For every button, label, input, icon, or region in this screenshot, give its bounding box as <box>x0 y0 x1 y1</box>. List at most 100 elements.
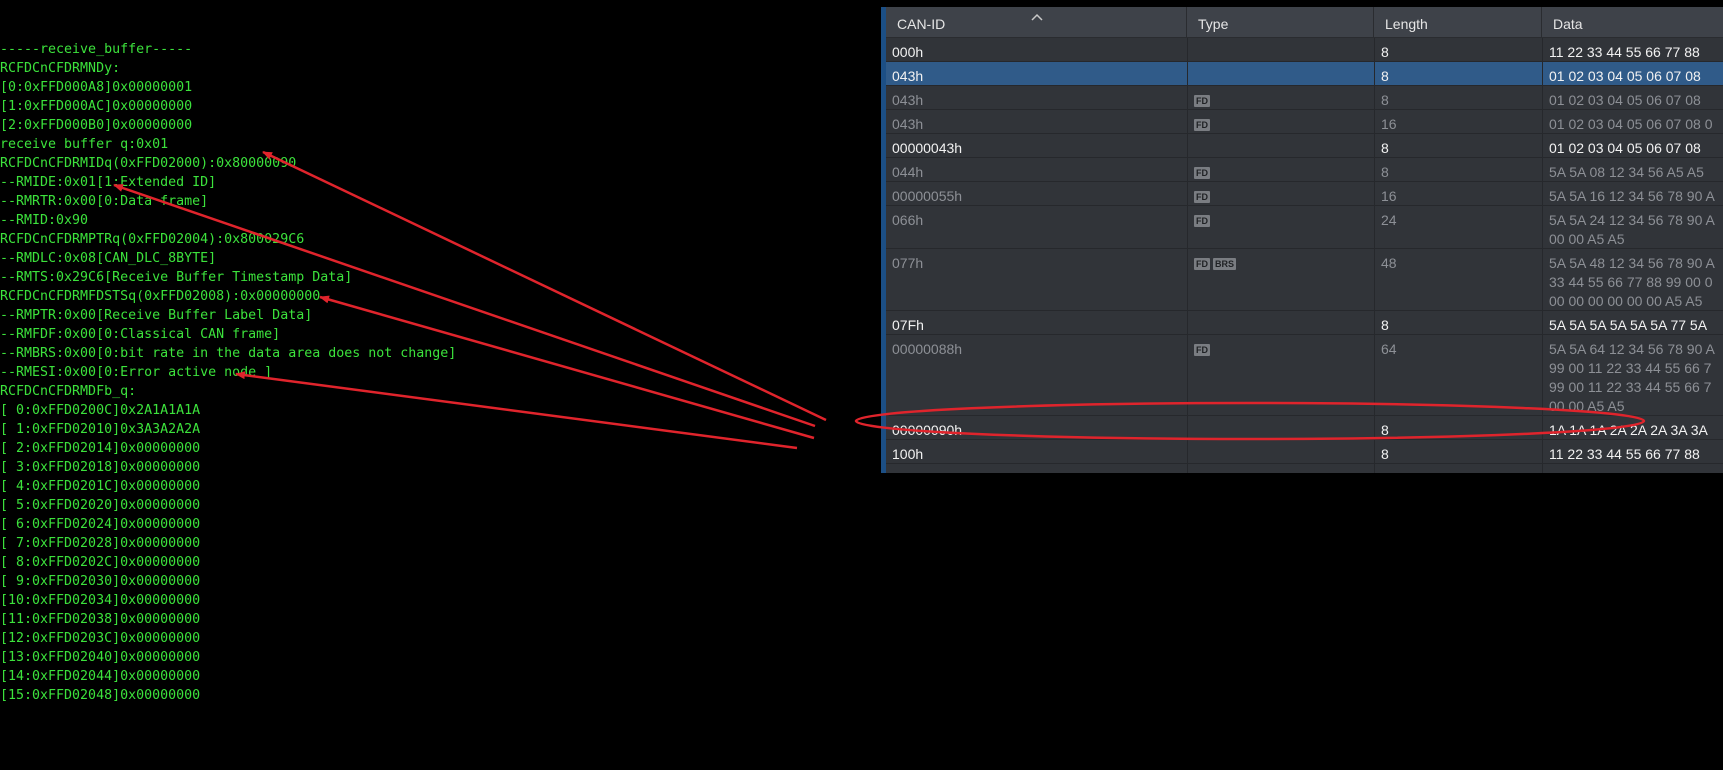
column-header-type[interactable]: Type <box>1187 7 1374 37</box>
can-id-cell: 00000090h <box>892 422 963 438</box>
terminal-line: --RMDLC:0x08[CAN_DLC_8BYTE] <box>0 251 217 266</box>
can-id-cell: 00000088h <box>892 341 963 357</box>
data-cell: 1A 1A 1A 2A 2A 2A 3A 3A <box>1542 416 1723 439</box>
can-id-cell: 043h <box>892 92 924 108</box>
data-cell: 01 02 03 04 05 06 07 08 <box>1542 62 1723 85</box>
type-cell <box>1187 311 1374 334</box>
length-cell: 8 <box>1374 311 1542 334</box>
terminal-line: RCFDCnCFDRMPTRq(0xFFD02004):0x800029C6 <box>0 232 305 247</box>
terminal-line: --RMIDE:0x01[1:Extended ID] <box>0 175 217 190</box>
type-cell <box>1187 38 1374 61</box>
column-header-type-label: Type <box>1198 16 1229 32</box>
type-badge: FD <box>1194 95 1210 108</box>
data-cell: 5A 5A 08 12 34 56 A5 A5 <box>1542 158 1723 181</box>
data-cell: 11 22 33 44 55 66 77 88 <box>1542 38 1723 61</box>
length-cell: 24 <box>1374 206 1542 248</box>
data-cell: 5A 5A 5A 5A 5A 5A 77 5A <box>1542 311 1723 334</box>
can-id-cell: 043h <box>892 68 924 84</box>
data-cell: 01 02 03 04 05 06 07 08 <box>1542 86 1723 109</box>
type-badge: FD <box>1194 119 1210 132</box>
table-row[interactable]: 043h FD 8 01 02 03 04 05 06 07 08 <box>886 86 1723 110</box>
type-cell: FD <box>1187 206 1374 248</box>
terminal-line: [ 7:0xFFD02028]0x00000000 <box>0 536 201 551</box>
data-cell: 5A 5A 16 12 34 56 78 90 A <box>1542 182 1723 205</box>
terminal-line: RCFDCnCFDRMIDq(0xFFD02000):0x80000090 <box>0 156 297 171</box>
type-cell <box>1187 134 1374 157</box>
length-cell: 8 <box>1374 38 1542 61</box>
table-row[interactable]: 00000090h 8 1A 1A 1A 2A 2A 2A 3A 3A <box>886 416 1723 440</box>
type-cell: FD <box>1187 86 1374 109</box>
can-id-cell: 00000043h <box>892 140 963 156</box>
data-cell: 5A 5A 48 12 34 56 78 90 A 33 44 55 66 77… <box>1542 249 1723 310</box>
table-row[interactable]: 043h FD 16 01 02 03 04 05 06 07 08 0 <box>886 110 1723 134</box>
terminal-line: [ 8:0xFFD0202C]0x00000000 <box>0 555 201 570</box>
terminal-line: [ 3:0xFFD02018]0x00000000 <box>0 460 201 475</box>
length-cell: 16 <box>1374 110 1542 133</box>
terminal-line: RCFDCnCFDRMDFb_q: <box>0 384 137 399</box>
table-row[interactable]: 077h FD BRS 48 5A 5A 48 12 34 56 78 90 A 33 … <box>886 249 1723 311</box>
length-cell: 8 <box>1374 440 1542 463</box>
column-header-data[interactable]: Data <box>1542 7 1723 37</box>
type-badge: FD <box>1194 191 1210 204</box>
data-cell: 01 02 03 04 05 06 07 08 0 <box>1542 110 1723 133</box>
terminal-line: [12:0xFFD0203C]0x00000000 <box>0 631 201 646</box>
table-header: CAN-ID Type Length Data <box>886 7 1723 38</box>
data-cell: 11 22 33 44 55 66 77 5A <box>1542 464 1723 473</box>
length-cell: 8 <box>1374 62 1542 85</box>
table-row[interactable]: 00000088h FD 64 5A 5A 64 12 34 56 78 90 A 9… <box>886 335 1723 416</box>
data-cell: 11 22 33 44 55 66 77 88 <box>1542 440 1723 463</box>
can-id-cell: 044h <box>892 164 924 180</box>
column-header-can-id[interactable]: CAN-ID <box>886 7 1187 37</box>
terminal-line: [14:0xFFD02044]0x00000000 <box>0 669 201 684</box>
data-cell: 5A 5A 24 12 34 56 78 90 A 00 00 A5 A5 <box>1542 206 1723 248</box>
terminal-line: --RMTS:0x29C6[Receive Buffer Timestamp D… <box>0 270 353 285</box>
table-row[interactable]: 00000055h FD 16 5A 5A 16 12 34 56 78 90 A <box>886 182 1723 206</box>
type-cell: FD <box>1187 335 1374 415</box>
type-cell: FD BRS <box>1187 249 1374 310</box>
table-row[interactable]: 00000100h 811 22 33 44 55 66 77 5A <box>886 464 1723 473</box>
data-cell: 5A 5A 64 12 34 56 78 90 A 99 00 11 22 33… <box>1542 335 1723 415</box>
type-badge: BRS <box>1213 258 1237 271</box>
column-header-length-label: Length <box>1385 16 1428 32</box>
terminal-lines: -----receive_buffer----- RCFDCnCFDRMNDy: [… <box>0 38 870 705</box>
screenshot: -----receive_buffer----- RCFDCnCFDRMNDy: [… <box>0 0 1723 770</box>
terminal-line: RCFDCnCFDRMNDy: <box>0 61 121 76</box>
can-message-table[interactable]: CAN-ID Type Length Data 000h 8 11 22 33 44… <box>881 7 1723 473</box>
length-cell: 8 <box>1374 86 1542 109</box>
terminal-line: --RMESI:0x00[0:Error active node ] <box>0 365 273 380</box>
type-badge: FD <box>1194 258 1210 271</box>
terminal-line: [10:0xFFD02034]0x00000000 <box>0 593 201 608</box>
type-badge: FD <box>1194 344 1210 357</box>
length-cell: 48 <box>1374 249 1542 310</box>
terminal-line: [11:0xFFD02038]0x00000000 <box>0 612 201 627</box>
length-cell: 8 <box>1374 416 1542 439</box>
terminal-line: --RMRTR:0x00[0:Data frame] <box>0 194 209 209</box>
column-header-length[interactable]: Length <box>1374 7 1542 37</box>
terminal-line: -----receive_buffer----- <box>0 42 193 57</box>
length-cell: 16 <box>1374 182 1542 205</box>
type-badge: FD <box>1194 215 1210 228</box>
table-row[interactable]: 100h 8 11 22 33 44 55 66 77 88 <box>886 440 1723 464</box>
can-id-cell: 07Fh <box>892 317 924 333</box>
type-badge: FD <box>1194 167 1210 180</box>
can-id-cell: 066h <box>892 212 924 228</box>
can-id-cell: 077h <box>892 255 924 271</box>
table-row[interactable]: 066h FD 24 5A 5A 24 12 34 56 78 90 A 00 00 … <box>886 206 1723 249</box>
terminal-line: [15:0xFFD02048]0x00000000 <box>0 688 201 703</box>
column-header-data-label: Data <box>1553 16 1583 32</box>
terminal-line: --RMPTR:0x00[Receive Buffer Label Data] <box>0 308 313 323</box>
table-row[interactable]: 043h 8 01 02 03 04 05 06 07 08 <box>886 62 1723 86</box>
type-cell: FD <box>1187 158 1374 181</box>
terminal-line: [2:0xFFD000B0]0x00000000 <box>0 118 193 133</box>
terminal-line: [ 6:0xFFD02024]0x00000000 <box>0 517 201 532</box>
table-row[interactable]: 044h FD 8 5A 5A 08 12 34 56 A5 A5 <box>886 158 1723 182</box>
table-row[interactable]: 000h 8 11 22 33 44 55 66 77 88 <box>886 38 1723 62</box>
terminal-line: [1:0xFFD000AC]0x00000000 <box>0 99 193 114</box>
chevron-up-icon[interactable] <box>1030 12 1044 22</box>
terminal-line: --RMBRS:0x00[0:bit rate in the data area… <box>0 346 457 361</box>
terminal-line: [ 1:0xFFD02010]0x3A3A2A2A <box>0 422 201 437</box>
length-cell: 8 <box>1374 464 1542 473</box>
length-cell: 64 <box>1374 335 1542 415</box>
table-row[interactable]: 07Fh 8 5A 5A 5A 5A 5A 5A 77 5A <box>886 311 1723 335</box>
table-row[interactable]: 00000043h 8 01 02 03 04 05 06 07 08 <box>886 134 1723 158</box>
